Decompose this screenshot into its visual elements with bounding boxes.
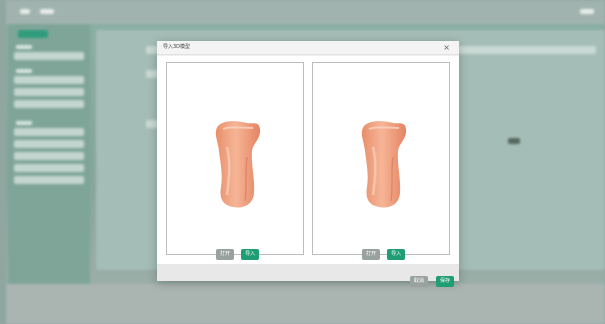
import-model-button[interactable]: 导入	[241, 249, 260, 260]
background-sidebar-row	[14, 128, 84, 136]
background-topbar-item	[580, 9, 594, 14]
background-sidebar-row	[14, 152, 84, 160]
dialog-footer: 取消 保存	[157, 264, 459, 287]
cancel-button[interactable]: 取消	[409, 276, 428, 287]
background-sidebar-row	[14, 100, 84, 108]
model-preview-left	[215, 121, 261, 208]
background-sidebar-label	[16, 121, 32, 125]
background-sidebar-row	[14, 52, 84, 60]
background-topbar	[6, 0, 605, 24]
dialog-footer-actions: 取消 保存	[407, 267, 454, 287]
open-file-button[interactable]: 打开	[362, 249, 381, 260]
panel-right-actions: 打开 导入	[362, 240, 407, 260]
background-footer	[6, 284, 605, 324]
background-sidebar-label	[16, 69, 32, 73]
background-topbar-item	[40, 9, 54, 14]
model-preview-panel-left: 打开 导入	[166, 62, 304, 260]
background-sidebar-row	[14, 164, 84, 172]
background-sidebar-row	[14, 140, 84, 148]
panel-left-actions: 打开 导入	[216, 240, 261, 260]
model-preview-panel-right: 打开 导入	[312, 62, 450, 260]
background-sidebar-row	[14, 76, 84, 84]
close-icon[interactable]: ×	[443, 42, 450, 53]
import-model-button[interactable]: 导入	[387, 249, 406, 260]
dialog-title: 导入3D模型	[163, 44, 191, 50]
background-sidebar-chip	[18, 30, 48, 38]
background-sidebar	[8, 24, 90, 324]
background-main-element	[508, 138, 520, 144]
dialog-header: 导入3D模型 ×	[157, 41, 459, 55]
open-file-button[interactable]: 打开	[216, 249, 235, 260]
background-sidebar-row	[14, 88, 84, 96]
dialog-body: 打开 导入 打开 导入	[157, 56, 459, 264]
background-sidebar-row	[14, 176, 84, 184]
save-button[interactable]: 保存	[435, 276, 454, 287]
import-model-dialog: 导入3D模型 × 打开 导入 打开 导入 取消 保存	[157, 41, 459, 287]
background-sidebar-label	[16, 45, 32, 49]
model-preview-right	[361, 121, 407, 208]
background-topbar-item	[20, 9, 30, 14]
